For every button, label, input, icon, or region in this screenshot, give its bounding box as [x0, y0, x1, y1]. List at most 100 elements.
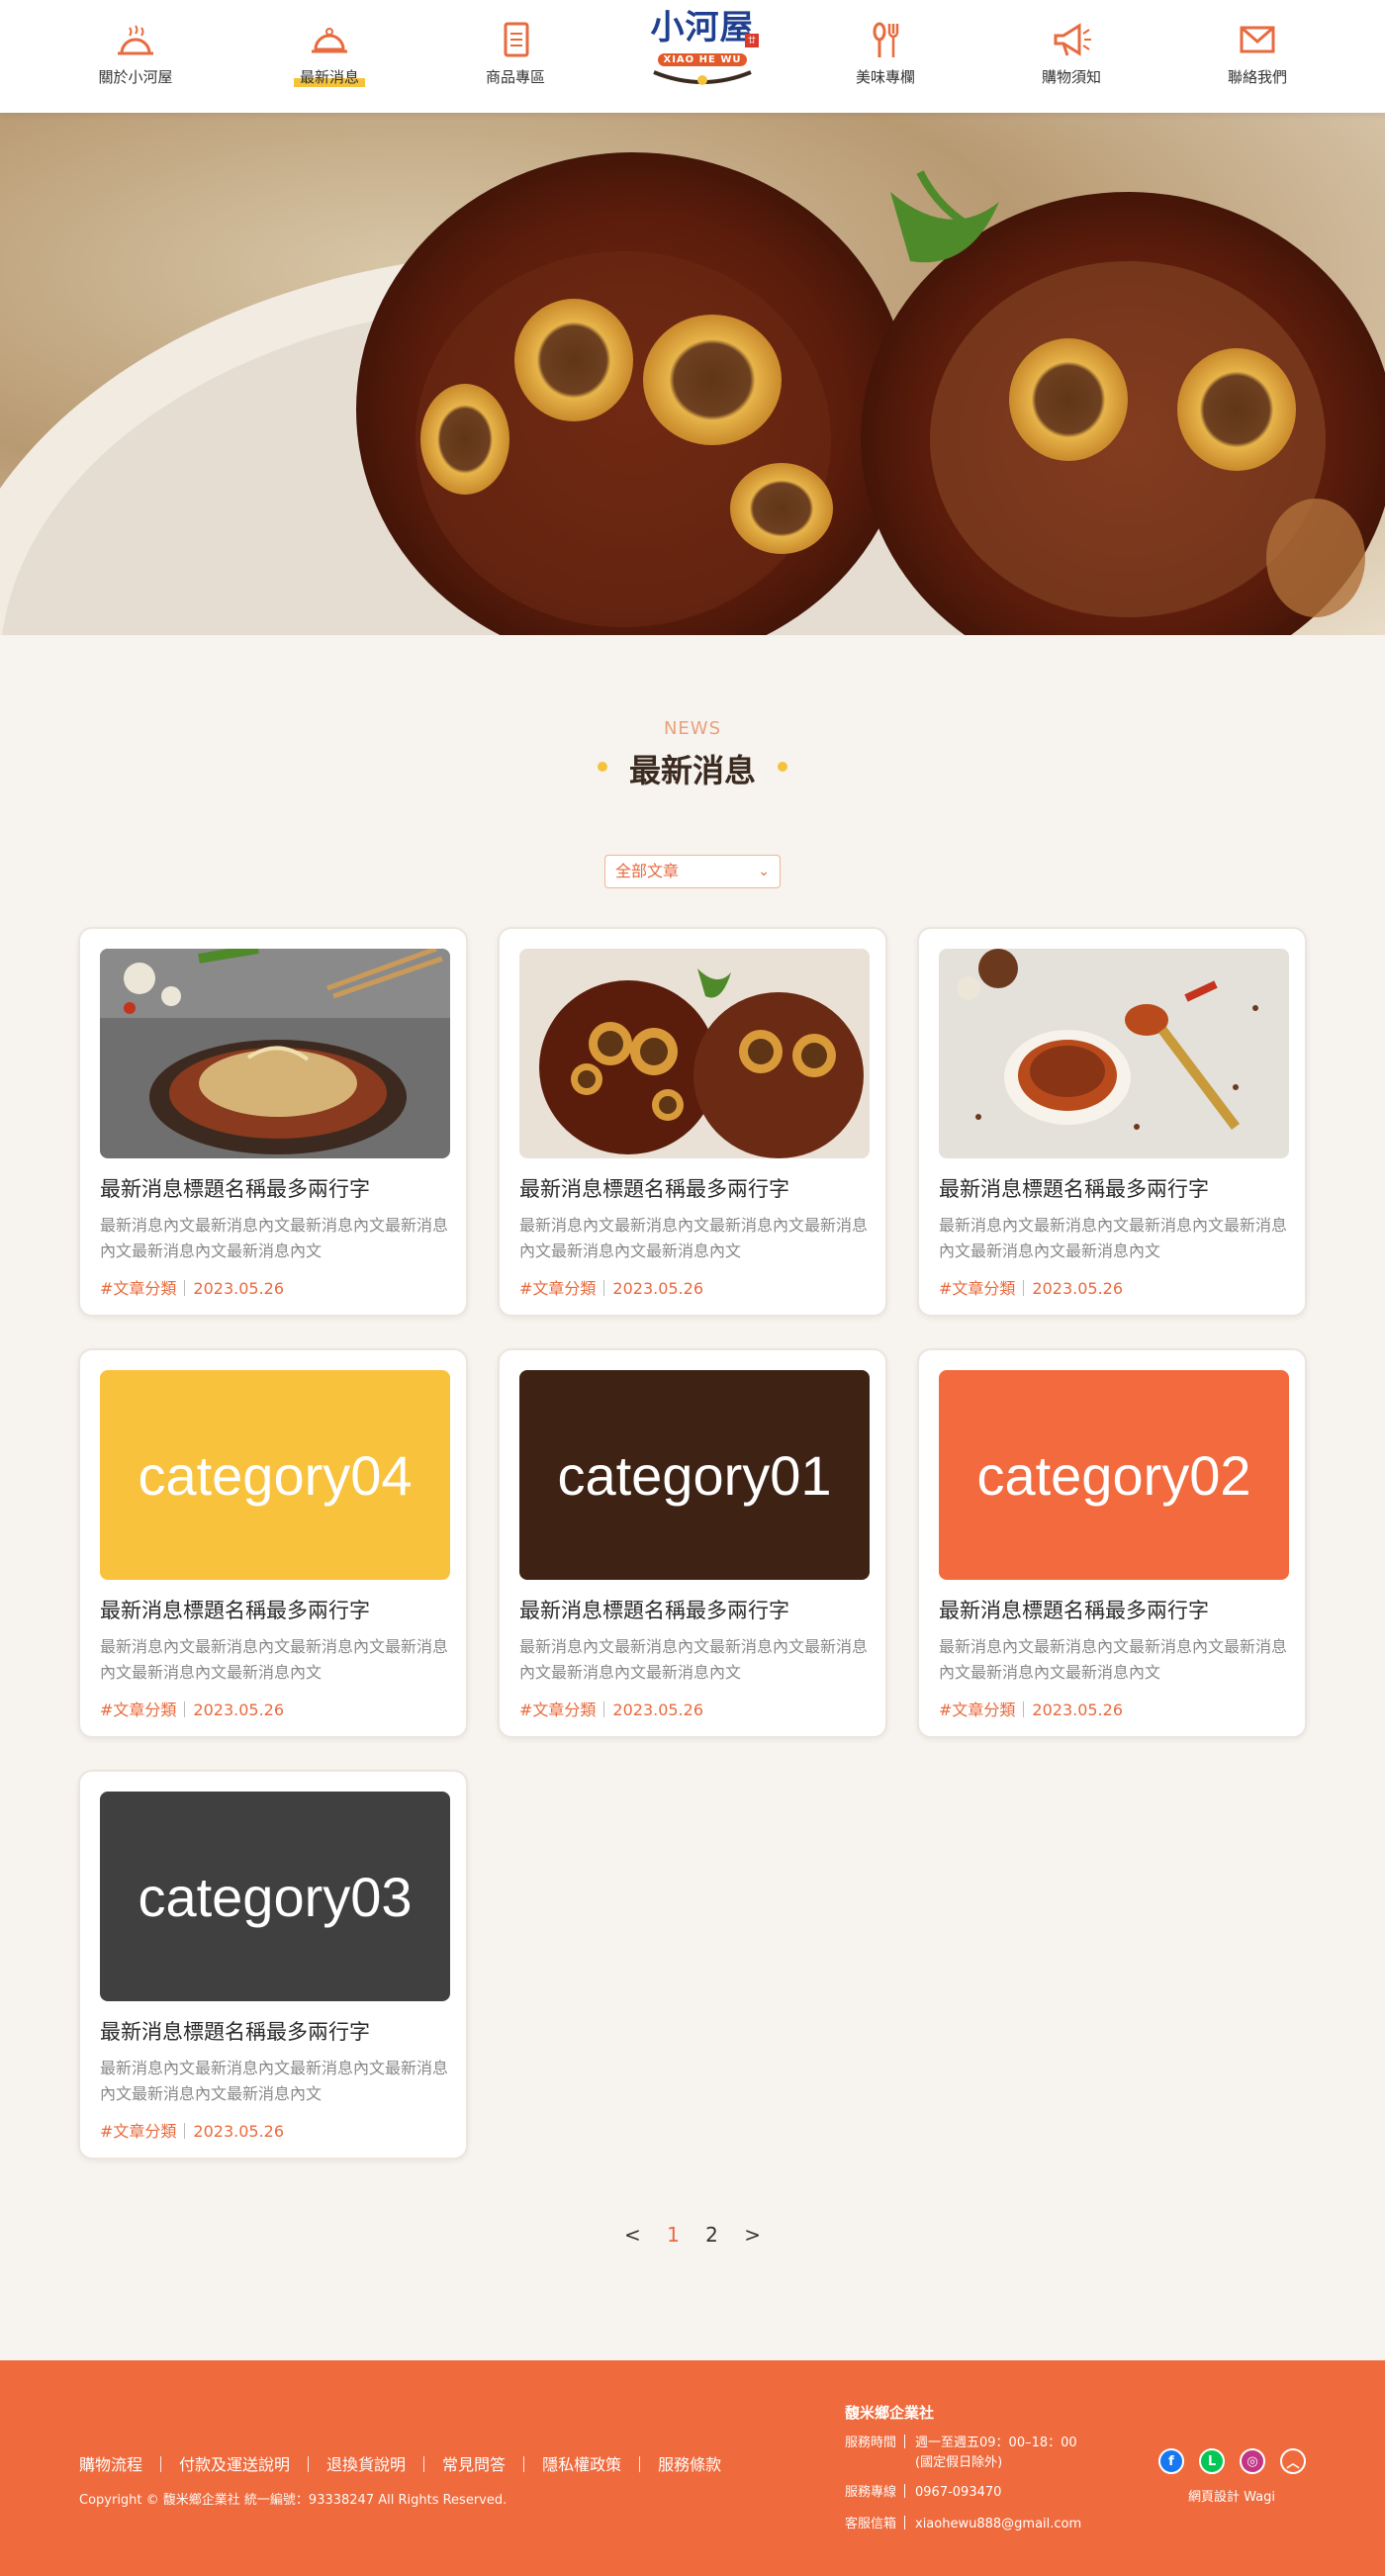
site-header: 關於小河屋 最新消息 商品專區 小河屋 XIAO HE WU 廿 美味專欄 購物… — [0, 0, 1385, 113]
card-category[interactable]: #文章分類 — [939, 1279, 1015, 1298]
card-title: 最新消息標題名稱最多兩行字 — [100, 1599, 370, 1622]
card-image-category03: category03 — [100, 1792, 450, 2001]
footer-company-name: 馥米鄉企業社 — [845, 2404, 935, 2422]
footer-link-shopping-flow[interactable]: 購物流程 — [79, 2455, 142, 2474]
nav-news-label: 最新消息 — [293, 67, 365, 87]
section-eyebrow: NEWS — [663, 718, 722, 739]
card-meta: #文章分類 2023.05.26 — [519, 1697, 703, 1720]
card-image-category04: category04 — [100, 1370, 450, 1580]
footer-copyright: Copyright © 馥米鄉企業社 統一編號：93338247 All Rig… — [79, 2493, 508, 2508]
pagination-prev[interactable]: < — [624, 2223, 641, 2247]
card-title: 最新消息標題名稱最多兩行字 — [939, 1599, 1209, 1622]
card-title: 最新消息標題名稱最多兩行字 — [519, 1177, 789, 1201]
spoon-fork-icon — [873, 22, 899, 57]
news-card[interactable]: 最新消息標題名稱最多兩行字 最新消息內文最新消息內文最新消息內文最新消息內文最新… — [498, 927, 887, 1317]
card-category[interactable]: #文章分類 — [100, 2122, 176, 2141]
pagination-next[interactable]: > — [744, 2223, 761, 2247]
hero-image — [0, 152, 1385, 635]
footer-link-returns[interactable]: 退換貨說明 — [326, 2455, 406, 2474]
news-card[interactable]: 最新消息標題名稱最多兩行字 最新消息內文最新消息內文最新消息內文最新消息內文最新… — [78, 927, 468, 1317]
pagination: < 1 2 > — [0, 2223, 1385, 2247]
footer-design-credit[interactable]: 網頁設計 Wagi — [1148, 2486, 1316, 2505]
card-excerpt: 最新消息內文最新消息內文最新消息內文最新消息內文最新消息內文最新消息內文 — [100, 1637, 449, 1682]
facebook-icon[interactable]: f — [1158, 2448, 1184, 2474]
category-filter-select[interactable]: 全部文章 ⌄ — [604, 855, 781, 888]
nav-shopping-notice-label: 購物須知 — [1041, 68, 1101, 86]
food-photo — [100, 949, 450, 1158]
footer-service-email: 客服信箱 xiaohewu888@gmail.com — [845, 2515, 1081, 2534]
card-image-pork-knuckle — [519, 949, 870, 1158]
nav-products-label: 商品專區 — [485, 68, 545, 86]
news-card[interactable]: 最新消息標題名稱最多兩行字 最新消息內文最新消息內文最新消息內文最新消息內文最新… — [917, 927, 1307, 1317]
card-date: 2023.05.26 — [1032, 1279, 1124, 1298]
nav-about[interactable]: 關於小河屋 — [61, 20, 210, 87]
logo-latin: XIAO HE WU — [657, 53, 748, 66]
footer-link-privacy[interactable]: 隱私權政策 — [542, 2455, 621, 2474]
card-category[interactable]: #文章分類 — [939, 1701, 1015, 1719]
back-to-top-icon[interactable]: ︿ — [1280, 2448, 1306, 2474]
card-title: 最新消息標題名稱最多兩行字 — [100, 1177, 370, 1201]
nav-column-label: 美味專欄 — [855, 68, 915, 86]
card-meta: #文章分類 2023.05.26 — [100, 1697, 284, 1720]
card-category[interactable]: #文章分類 — [100, 1279, 176, 1298]
instagram-icon[interactable]: ◎ — [1240, 2448, 1265, 2474]
line-icon[interactable]: L — [1199, 2448, 1225, 2474]
nav-contact[interactable]: 聯絡我們 — [1183, 20, 1332, 87]
news-card[interactable]: category04 最新消息標題名稱最多兩行字 最新消息內文最新消息內文最新消… — [78, 1348, 468, 1738]
footer-info-key: 客服信箱 — [845, 2517, 897, 2531]
pagination-page-2[interactable]: 2 — [705, 2223, 718, 2247]
footer-info-value: 週一至週五09：00–18：00 — [915, 2436, 1077, 2450]
card-meta: #文章分類 2023.05.26 — [100, 1275, 284, 1299]
card-image-category01: category01 — [519, 1370, 870, 1580]
card-image-label: category03 — [138, 1865, 413, 1928]
card-excerpt: 最新消息內文最新消息內文最新消息內文最新消息內文最新消息內文最新消息內文 — [519, 1216, 869, 1260]
card-meta: #文章分類 2023.05.26 — [519, 1275, 703, 1299]
footer-info-value-note: (國定假日除外) — [915, 2455, 1003, 2470]
hero-banner-pork-knuckle — [0, 113, 1385, 635]
news-card[interactable]: category03 最新消息標題名稱最多兩行字 最新消息內文最新消息內文最新消… — [78, 1770, 468, 2160]
nav-about-label: 關於小河屋 — [98, 68, 173, 86]
footer-email-link[interactable]: xiaohewu888@gmail.com — [915, 2515, 1081, 2534]
news-card[interactable]: category01 最新消息標題名稱最多兩行字 最新消息內文最新消息內文最新消… — [498, 1348, 887, 1738]
card-date: 2023.05.26 — [1032, 1701, 1124, 1719]
footer-link-faq[interactable]: 常見問答 — [442, 2455, 506, 2474]
card-excerpt: 最新消息內文最新消息內文最新消息內文最新消息內文最新消息內文最新消息內文 — [939, 1637, 1288, 1682]
footer-info-key: 服務時間 — [845, 2436, 897, 2450]
brand-logo[interactable]: 小河屋 XIAO HE WU 廿 — [638, 8, 767, 97]
footer-link-payment-shipping[interactable]: 付款及運送說明 — [179, 2455, 290, 2474]
card-date: 2023.05.26 — [193, 1279, 285, 1298]
pagination-page-1[interactable]: 1 — [667, 2223, 680, 2247]
footer-link-terms[interactable]: 服務條款 — [658, 2455, 721, 2474]
site-footer: 購物流程 付款及運送說明 退換貨說明 常見問答 隱私權政策 服務條款 Copyright … — [0, 2360, 1385, 2576]
footer-links: 購物流程 付款及運送說明 退換貨說明 常見問答 隱私權政策 服務條款 — [79, 2451, 721, 2475]
footer-phone-link[interactable]: 0967-093470 — [915, 2483, 1001, 2503]
card-date: 2023.05.26 — [193, 2122, 285, 2141]
nav-news[interactable]: 最新消息 — [255, 20, 404, 87]
card-title: 最新消息標題名稱最多兩行字 — [519, 1599, 789, 1622]
card-excerpt: 最新消息內文最新消息內文最新消息內文最新消息內文最新消息內文最新消息內文 — [100, 1216, 449, 1260]
footer-info-key: 服務專線 — [845, 2485, 897, 2500]
card-image-label: category01 — [557, 1443, 832, 1507]
nav-products[interactable]: 商品專區 — [441, 20, 590, 87]
card-date: 2023.05.26 — [612, 1279, 704, 1298]
card-title: 最新消息標題名稱最多兩行字 — [939, 1177, 1209, 1201]
card-image-label: category04 — [138, 1443, 413, 1507]
megaphone-icon — [1054, 23, 1091, 56]
card-category[interactable]: #文章分類 — [100, 1701, 176, 1719]
card-category[interactable]: #文章分類 — [519, 1701, 596, 1719]
news-card[interactable]: category02 最新消息標題名稱最多兩行字 最新消息內文最新消息內文最新消… — [917, 1348, 1307, 1738]
nav-contact-label: 聯絡我們 — [1227, 68, 1287, 86]
card-image-label: category02 — [976, 1443, 1251, 1507]
filter-selected-value: 全部文章 — [615, 862, 680, 880]
nav-column[interactable]: 美味專欄 — [811, 20, 960, 87]
card-image-food-dish — [100, 949, 450, 1158]
mail-icon — [1240, 26, 1275, 53]
card-date: 2023.05.26 — [193, 1701, 285, 1719]
card-category[interactable]: #文章分類 — [519, 1279, 596, 1298]
nav-shopping-notice[interactable]: 購物須知 — [997, 20, 1146, 87]
food-photo — [939, 949, 1289, 1158]
card-title: 最新消息標題名稱最多兩行字 — [100, 2020, 370, 2044]
cloche-icon — [118, 25, 153, 55]
card-meta: #文章分類 2023.05.26 — [100, 2118, 284, 2142]
card-meta: #文章分類 2023.05.26 — [939, 1275, 1123, 1299]
